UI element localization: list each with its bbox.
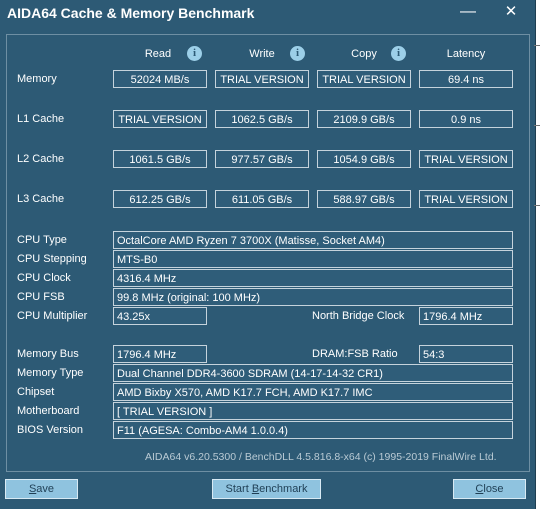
- l1-latency-value: 0.9 ns: [419, 110, 513, 128]
- cpu-multiplier-label: CPU Multiplier: [17, 310, 88, 322]
- memory-copy-value: TRIAL VERSION: [317, 70, 411, 88]
- start-label-pre: Start: [225, 483, 252, 495]
- cpu-fsb-label: CPU FSB: [17, 291, 65, 303]
- write-info-icon[interactable]: i: [290, 46, 305, 61]
- l1-copy-value: 2109.9 GB/s: [317, 110, 411, 128]
- close-button[interactable]: Close: [453, 479, 526, 499]
- l1-cache-row-label: L1 Cache: [17, 113, 65, 125]
- background-tick: [534, 125, 540, 126]
- save-button[interactable]: Save: [5, 479, 78, 499]
- copyright-footer: AIDA64 v6.20.5300 / BenchDLL 4.5.816.8-x…: [145, 451, 497, 463]
- bios-version-value: F11 (AGESA: Combo-AM4 1.0.0.4): [113, 421, 513, 439]
- save-label: ave: [36, 483, 55, 495]
- copy-info-icon[interactable]: i: [391, 46, 406, 61]
- memory-row-label: Memory: [17, 73, 57, 85]
- bios-version-label: BIOS Version: [17, 424, 84, 436]
- north-bridge-clock-value: 1796.4 MHz: [419, 307, 513, 325]
- l3-read-value: 612.25 GB/s: [113, 190, 207, 208]
- start-label-post: enchmark: [259, 483, 308, 495]
- l3-latency-value: TRIAL VERSION: [419, 190, 513, 208]
- background-tick: [534, 45, 540, 46]
- l2-cache-row-label: L2 Cache: [17, 153, 65, 165]
- l2-read-value: 1061.5 GB/s: [113, 150, 207, 168]
- chipset-label: Chipset: [17, 386, 55, 398]
- copy-column-header: Copy: [351, 48, 377, 60]
- cpu-clock-value: 4316.4 MHz: [113, 269, 513, 287]
- start-benchmark-button[interactable]: Start Benchmark: [212, 479, 321, 499]
- cpu-multiplier-value: 43.25x: [113, 307, 207, 325]
- memory-bus-label: Memory Bus: [17, 348, 79, 360]
- benchmark-window: AIDA64 Cache & Memory Benchmark — ✕ Read…: [0, 0, 536, 509]
- minimize-button[interactable]: —: [455, 2, 481, 24]
- write-column-header: Write: [249, 48, 275, 60]
- dram-fsb-ratio-label: DRAM:FSB Ratio: [312, 348, 398, 360]
- l1-read-value: TRIAL VERSION: [113, 110, 207, 128]
- north-bridge-clock-label: North Bridge Clock: [312, 310, 405, 322]
- chipset-value: AMD Bixby X570, AMD K17.7 FCH, AMD K17.7…: [113, 383, 513, 401]
- cpu-stepping-label: CPU Stepping: [17, 253, 87, 265]
- l3-write-value: 611.05 GB/s: [215, 190, 309, 208]
- title-bar[interactable]: AIDA64 Cache & Memory Benchmark — ✕: [0, 0, 535, 28]
- l2-copy-value: 1054.9 GB/s: [317, 150, 411, 168]
- l1-write-value: 1062.5 GB/s: [215, 110, 309, 128]
- l3-cache-row-label: L3 Cache: [17, 193, 65, 205]
- dram-fsb-ratio-value: 54:3: [419, 345, 513, 363]
- read-info-icon[interactable]: i: [187, 46, 202, 61]
- background-tick: [534, 205, 540, 206]
- read-column-header: Read: [144, 48, 172, 60]
- cpu-clock-label: CPU Clock: [17, 272, 71, 284]
- close-window-button[interactable]: ✕: [498, 2, 524, 24]
- latency-column-header: Latency: [446, 48, 486, 60]
- memory-read-value: 52024 MB/s: [113, 70, 207, 88]
- close-label: lose: [483, 483, 504, 495]
- memory-type-label: Memory Type: [17, 367, 84, 379]
- memory-write-value: TRIAL VERSION: [215, 70, 309, 88]
- memory-bus-value: 1796.4 MHz: [113, 345, 207, 363]
- window-title: AIDA64 Cache & Memory Benchmark: [7, 5, 255, 21]
- memory-latency-value: 69.4 ns: [419, 70, 513, 88]
- l3-copy-value: 588.97 GB/s: [317, 190, 411, 208]
- cpu-fsb-value: 99.8 MHz (original: 100 MHz): [113, 288, 513, 306]
- l2-write-value: 977.57 GB/s: [215, 150, 309, 168]
- cpu-stepping-value: MTS-B0: [113, 250, 513, 268]
- background-window-edge: [536, 0, 550, 509]
- motherboard-value: [ TRIAL VERSION ]: [113, 402, 513, 420]
- motherboard-label: Motherboard: [17, 405, 80, 417]
- l2-latency-value: TRIAL VERSION: [419, 150, 513, 168]
- memory-type-value: Dual Channel DDR4-3600 SDRAM (14-17-14-3…: [113, 364, 513, 382]
- cpu-type-value: OctalCore AMD Ryzen 7 3700X (Matisse, So…: [113, 231, 513, 249]
- cpu-type-label: CPU Type: [17, 234, 67, 246]
